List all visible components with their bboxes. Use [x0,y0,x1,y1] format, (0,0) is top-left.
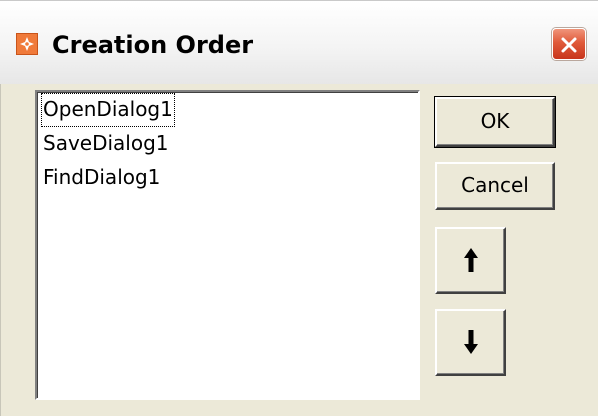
arrow-down-icon [463,330,478,354]
cancel-button[interactable]: Cancel [435,162,555,210]
title-bar[interactable]: Creation Order [0,0,598,84]
dialog-body: OpenDialog1 SaveDialog1 FindDialog1 OK C… [0,84,598,416]
close-icon [561,37,577,53]
app-icon [16,33,38,55]
list-item-row: OpenDialog1 [37,93,418,127]
list-item[interactable]: FindDialog1 [41,161,418,195]
list-item[interactable]: SaveDialog1 [41,127,418,161]
arrow-up-icon [463,248,478,272]
creation-order-dialog: Creation Order OpenDialog1 SaveDialog1 F… [0,0,598,416]
list-item[interactable]: OpenDialog1 [41,93,175,127]
move-down-button[interactable] [435,309,506,376]
move-up-button[interactable] [435,227,506,294]
ok-button[interactable]: OK [434,96,556,148]
close-button[interactable] [552,28,586,60]
creation-order-list[interactable]: OpenDialog1 SaveDialog1 FindDialog1 [35,90,420,400]
window-title: Creation Order [52,31,254,59]
